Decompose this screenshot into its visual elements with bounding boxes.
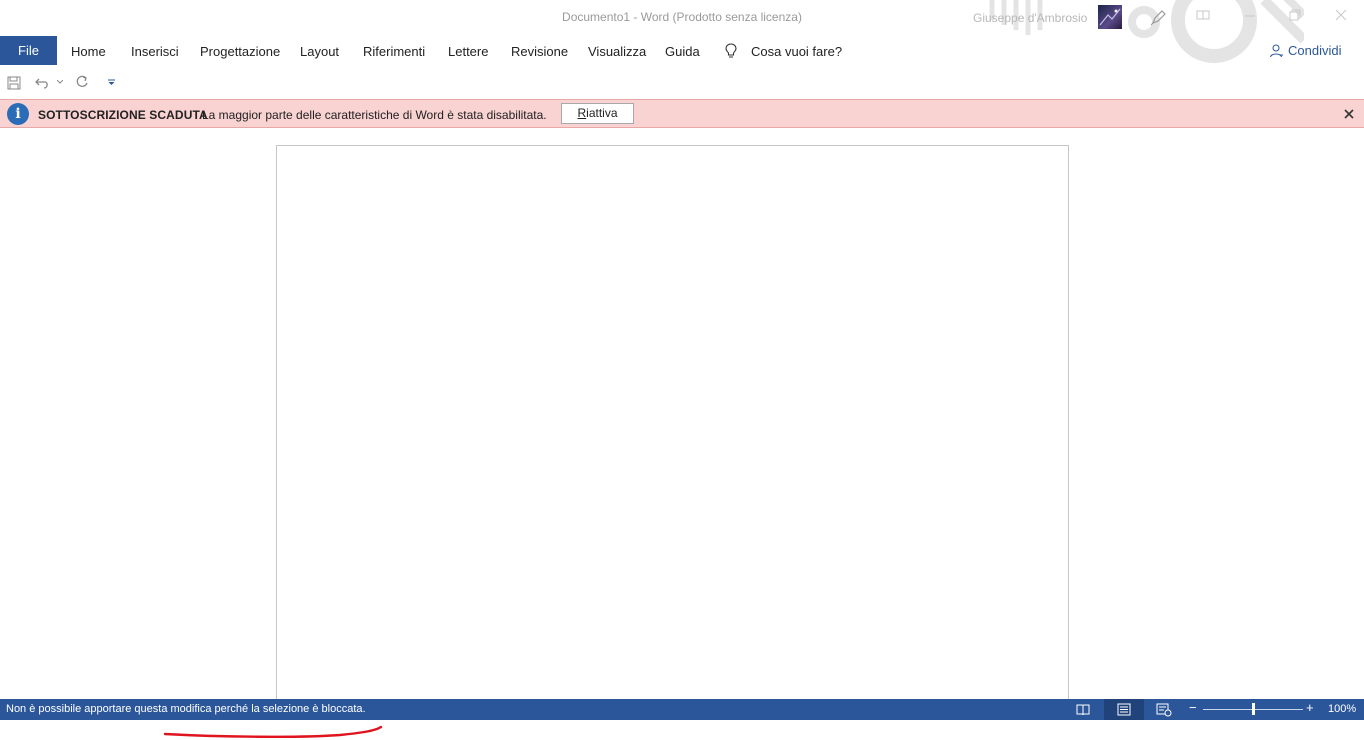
tell-me-search[interactable]: Cosa vuoi fare? [751,44,842,59]
tab-layout[interactable]: Layout [300,44,339,59]
zoom-in-button[interactable]: + [1306,700,1314,715]
user-name[interactable]: Giuseppe d'Ambrosio [973,11,1087,25]
tab-riferimenti[interactable]: Riferimenti [363,44,425,59]
web-layout-icon[interactable] [1156,701,1172,718]
reactivate-label: iattiva [586,106,618,120]
zoom-out-button[interactable]: − [1189,700,1197,715]
minimize-icon[interactable] [1243,8,1257,22]
message-bar: i SOTTOSCRIZIONE SCADUTA La maggior part… [0,99,1364,128]
customize-toolbar-icon[interactable] [108,79,115,86]
lightbulb-icon [725,43,737,58]
close-message-icon[interactable] [1343,108,1355,120]
restore-icon[interactable] [1288,8,1302,22]
tab-visualizza[interactable]: Visualizza [588,44,646,59]
undo-dropdown-icon[interactable] [57,80,63,84]
ribbon-display-options-icon[interactable] [1196,8,1210,22]
pen-icon[interactable] [1150,8,1168,26]
status-bar: Non è possibile apportare questa modific… [0,699,1364,720]
title-bar: Documento1 - Word (Prodotto senza licenz… [0,0,1364,63]
close-icon[interactable] [1334,8,1348,22]
share-button[interactable]: Condividi [1269,43,1341,58]
tab-lettere[interactable]: Lettere [448,44,488,59]
tab-file[interactable]: File [0,36,57,65]
person-icon [1270,44,1283,58]
share-label: Condividi [1288,43,1342,58]
status-message: Non è possibile apportare questa modific… [6,703,366,715]
tab-progettazione[interactable]: Progettazione [200,44,280,59]
reactivate-button[interactable]: Riattiva [561,103,634,124]
quick-access-toolbar [0,70,200,96]
annotation-underline [163,725,383,739]
info-icon: i [7,103,29,125]
tab-guida[interactable]: Guida [665,44,700,59]
avatar[interactable] [1098,5,1122,29]
undo-icon[interactable] [35,76,51,90]
read-mode-icon[interactable] [1076,701,1090,718]
reactivate-accesskey: R [577,106,587,120]
document-page[interactable] [276,145,1069,705]
tab-inserisci[interactable]: Inserisci [131,44,179,59]
print-layout-icon[interactable] [1117,701,1131,718]
zoom-slider-thumb[interactable] [1251,703,1255,715]
tab-revisione[interactable]: Revisione [511,44,568,59]
message-text: La maggior parte delle caratteristiche d… [202,108,547,122]
zoom-level[interactable]: 100% [1328,703,1356,715]
tab-home[interactable]: Home [71,44,106,59]
redo-icon[interactable] [75,75,89,89]
save-icon[interactable] [7,76,21,90]
message-title: SOTTOSCRIZIONE SCADUTA [38,108,208,122]
